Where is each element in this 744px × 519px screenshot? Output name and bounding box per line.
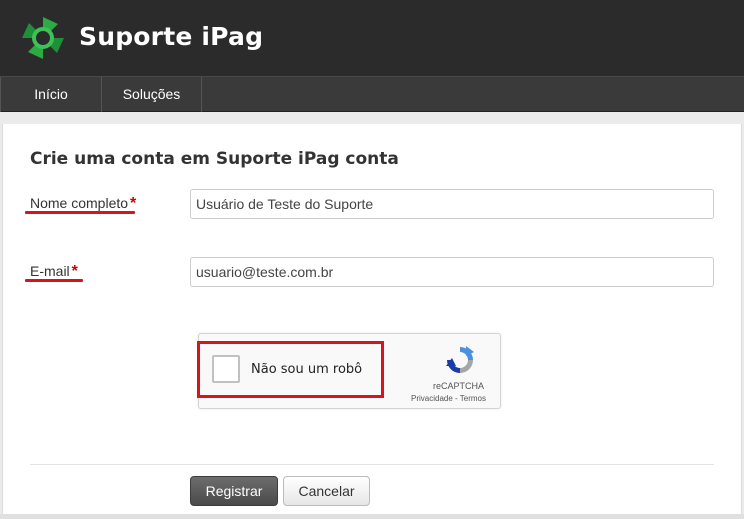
name-label-text: Nome completo <box>30 195 129 211</box>
required-marker: * <box>130 195 137 212</box>
page-footer-strip <box>0 514 744 519</box>
captcha-label: Não sou um robô <box>251 362 363 377</box>
recaptcha-logo-icon <box>446 346 474 373</box>
recaptcha-brand: reCAPTCHA <box>433 381 485 391</box>
email-input[interactable] <box>190 257 714 287</box>
form-divider <box>30 464 714 465</box>
nav-item-solucoes[interactable]: Soluções <box>102 77 202 112</box>
captcha-checkbox[interactable] <box>212 355 240 383</box>
main-nav: Início Soluções <box>0 76 744 112</box>
required-marker: * <box>71 263 78 280</box>
email-label-underline <box>25 279 83 282</box>
register-button[interactable]: Registrar <box>190 476 278 506</box>
form-title: Crie uma conta em Suporte iPag conta <box>30 149 399 169</box>
email-label-text: E-mail <box>30 263 70 279</box>
recaptcha-links[interactable]: Privacidade - Termos <box>411 394 486 403</box>
site-title[interactable]: Suporte iPag <box>79 22 263 51</box>
form-panel <box>2 124 742 519</box>
name-label-underline <box>25 211 135 214</box>
cancel-button[interactable]: Cancelar <box>283 476 370 506</box>
site-header: Suporte iPag <box>0 0 744 76</box>
full-name-input[interactable] <box>190 189 714 219</box>
ipag-logo-icon[interactable] <box>20 15 66 61</box>
nav-item-inicio[interactable]: Início <box>0 77 102 112</box>
